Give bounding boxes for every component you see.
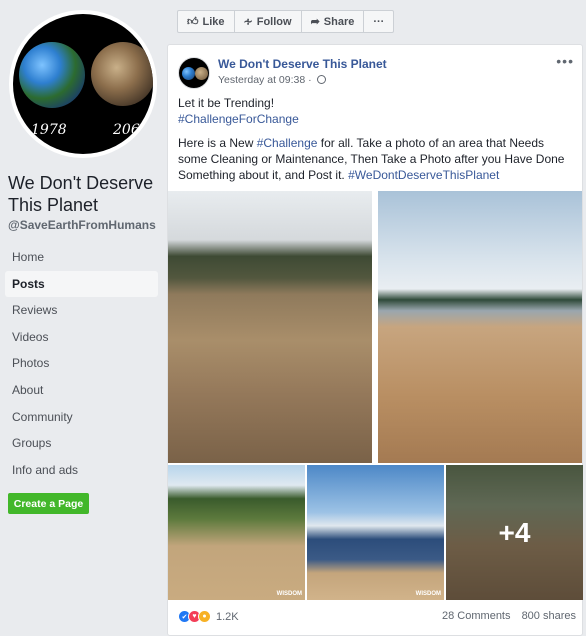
nav-item-posts[interactable]: Posts bbox=[5, 270, 158, 298]
nav-item-reviews[interactable]: Reviews bbox=[5, 297, 158, 324]
feed-post: We Don't Deserve This Planet Yesterday a… bbox=[167, 44, 583, 636]
nav-item-community[interactable]: Community bbox=[5, 404, 158, 431]
photo-volunteers-cleaning[interactable]: WISDOM bbox=[168, 465, 305, 600]
page-action-bar: 👍︎ Like ∻ Follow ➦ Share ··· bbox=[177, 10, 395, 33]
nav-item-info-and-ads[interactable]: Info and ads bbox=[5, 457, 158, 484]
share-page-button[interactable]: ➦ Share bbox=[302, 11, 365, 32]
follow-page-button[interactable]: ∻ Follow bbox=[235, 11, 302, 32]
reaction-summary[interactable]: ✔ ♥ ● 1.2K bbox=[178, 610, 239, 623]
post-avatar[interactable] bbox=[178, 57, 210, 89]
post-body: Let it be Trending! #ChallengeForChange … bbox=[178, 95, 576, 191]
nav-item-about[interactable]: About bbox=[5, 377, 158, 404]
comments-count-link[interactable]: 28 Comments bbox=[442, 610, 510, 622]
photo-watermark: WISDOM bbox=[276, 591, 302, 597]
nav-item-groups[interactable]: Groups bbox=[5, 430, 158, 457]
like-label: Like bbox=[202, 15, 225, 28]
share-arrow-icon: ➦ bbox=[310, 16, 320, 28]
hashtag-challengeforchange[interactable]: #ChallengeForChange bbox=[178, 112, 299, 126]
photo-group-shot[interactable]: WISDOM bbox=[307, 465, 444, 600]
profile-image: 1978 2066 bbox=[13, 14, 153, 154]
post-time-text: Yesterday at 09:38 · bbox=[218, 74, 312, 86]
page-sidebar: 1978 2066 We Don't Deserve This Planet @… bbox=[0, 0, 166, 636]
avatar-earth-image bbox=[182, 67, 195, 80]
ruined-globe-image bbox=[91, 42, 153, 106]
year-label-2066: 2066 bbox=[113, 122, 149, 138]
photo-watermark: WISDOM bbox=[415, 591, 441, 597]
post-more-options-icon[interactable]: ••• bbox=[556, 53, 574, 69]
post-timestamp[interactable]: Yesterday at 09:38 · bbox=[218, 74, 326, 86]
nav-item-home[interactable]: Home bbox=[5, 244, 158, 271]
page-nav: Home Posts Reviews Videos Photos About C… bbox=[5, 244, 158, 483]
post-stats: ✔ ♥ ● 1.2K 28 Comments 800 shares bbox=[178, 610, 576, 626]
wow-reaction-icon: ● bbox=[198, 610, 211, 623]
photo-dirty-beach[interactable] bbox=[168, 191, 372, 463]
post-line-1: Let it be Trending! bbox=[178, 96, 275, 110]
engagement-counts: 28 Comments 800 shares bbox=[434, 610, 576, 622]
thumbs-up-icon: 👍︎ bbox=[187, 16, 199, 28]
create-page-button[interactable]: Create a Page bbox=[8, 493, 89, 514]
rss-icon: ∻ bbox=[243, 16, 253, 28]
profile-picture[interactable]: 1978 2066 bbox=[9, 10, 157, 158]
post-body-start: Here is a New bbox=[178, 136, 257, 150]
year-label-1978: 1978 bbox=[31, 122, 67, 138]
shares-count-link[interactable]: 800 shares bbox=[522, 610, 576, 622]
photo-more-overlay[interactable]: +4 bbox=[446, 465, 583, 600]
nav-item-photos[interactable]: Photos bbox=[5, 350, 158, 377]
earth-globe-image bbox=[19, 42, 85, 108]
photo-clean-beach[interactable] bbox=[378, 191, 582, 463]
nav-item-videos[interactable]: Videos bbox=[5, 324, 158, 351]
more-photos-count: +4 bbox=[498, 516, 531, 548]
more-options-button[interactable]: ··· bbox=[364, 11, 393, 32]
page-username[interactable]: @SaveEarthFromHumans bbox=[8, 218, 156, 232]
follow-label: Follow bbox=[256, 15, 292, 28]
share-label: Share bbox=[323, 15, 355, 28]
reaction-count[interactable]: 1.2K bbox=[216, 611, 239, 623]
post-author-link[interactable]: We Don't Deserve This Planet bbox=[218, 57, 387, 71]
hashtag-challenge[interactable]: #Challenge bbox=[257, 136, 318, 150]
page-title[interactable]: We Don't Deserve This Planet bbox=[8, 172, 158, 216]
hashtag-wedontdeservethisplanet[interactable]: #WeDontDeserveThisPlanet bbox=[348, 168, 499, 182]
like-page-button[interactable]: 👍︎ Like bbox=[178, 11, 235, 32]
avatar-ruined-earth-image bbox=[195, 67, 208, 80]
more-dots-icon: ··· bbox=[373, 15, 385, 28]
globe-icon bbox=[316, 75, 326, 84]
